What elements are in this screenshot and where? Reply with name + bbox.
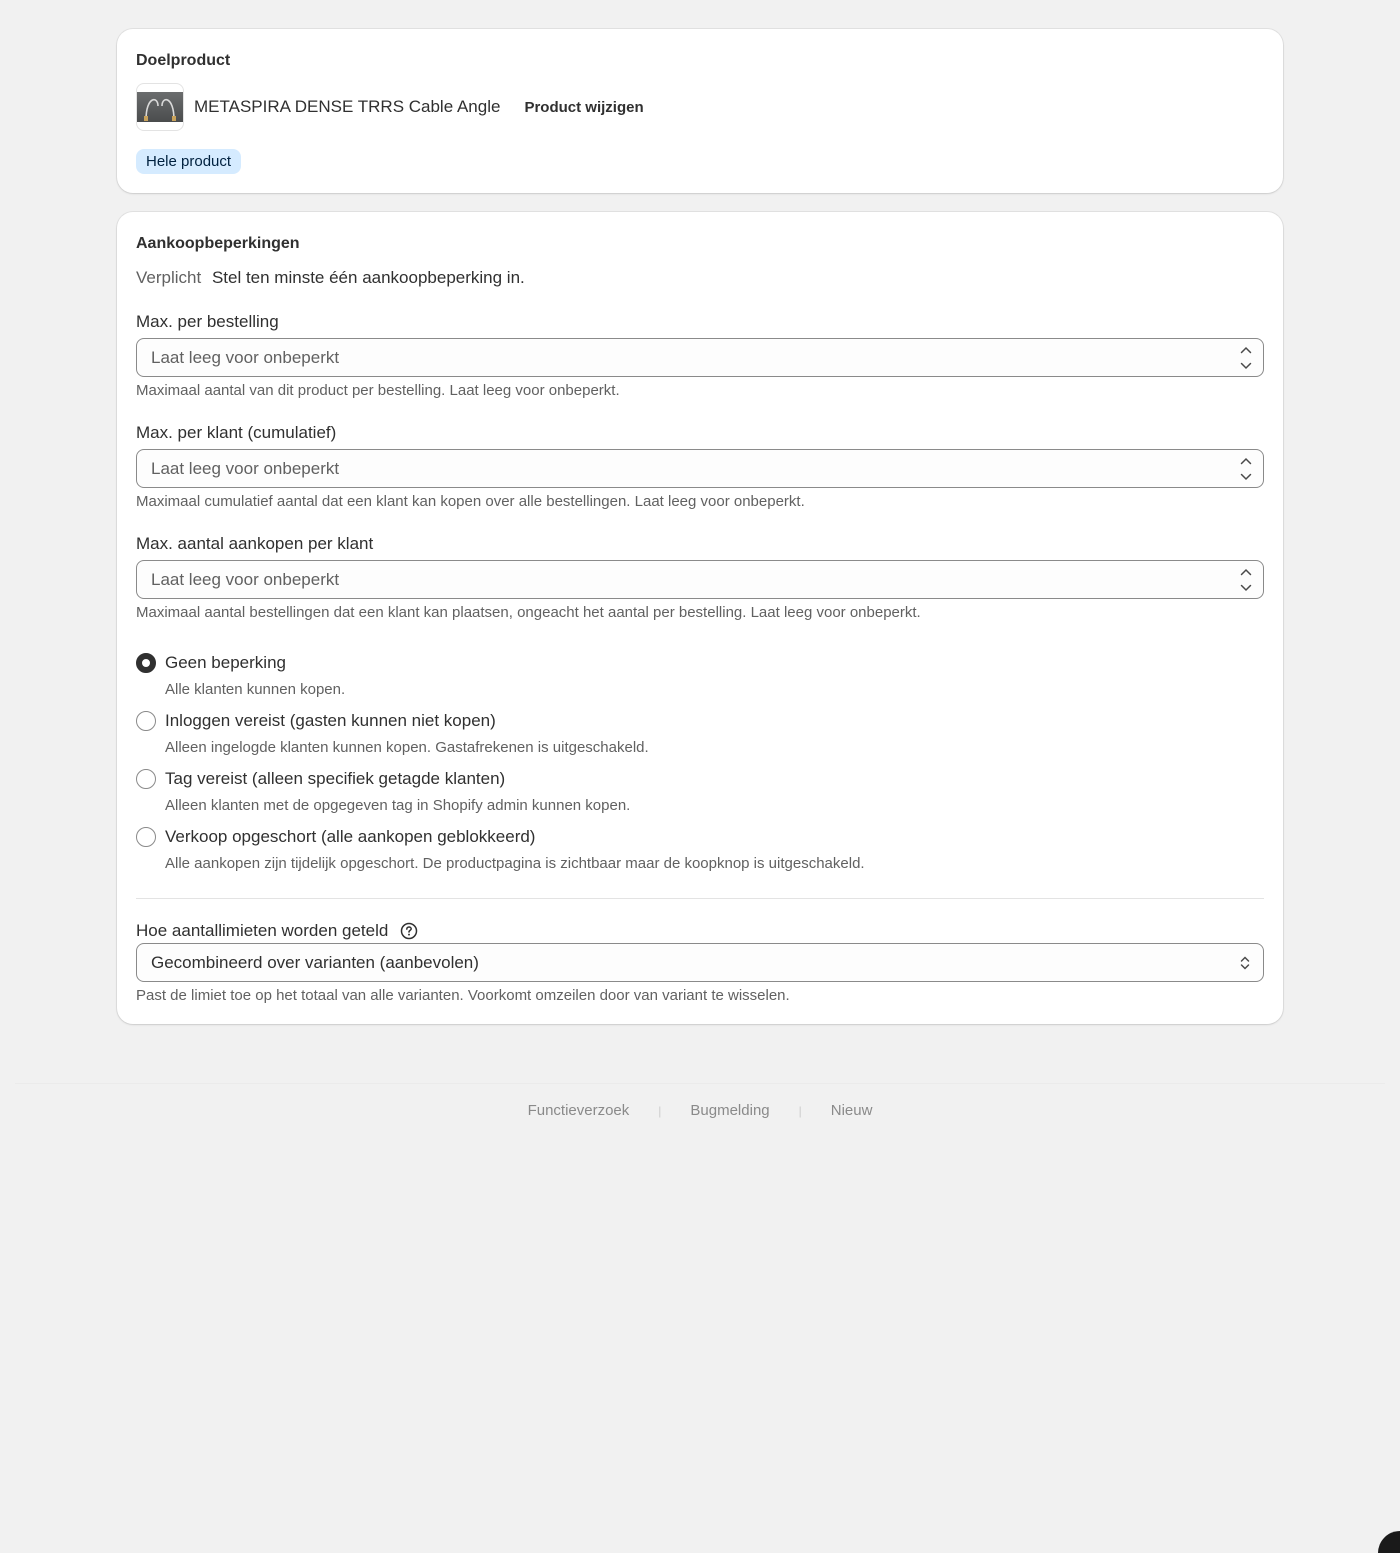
count-mode-help: Past de limiet toe op het totaal van all… [136, 987, 790, 1004]
required-text: Stel ten minste één aankoopbeperking in. [211, 268, 525, 287]
max-per-customer-label: Max. per klant (cumulatief) [136, 423, 337, 442]
max-purchases-field [136, 560, 1264, 599]
required-label: Verplicht [136, 268, 202, 287]
radio-label[interactable]: Inloggen vereist (gasten kunnen niet kop… [165, 711, 496, 731]
bug-report-link[interactable]: Bugmelding [690, 1102, 769, 1119]
max-per-order-input[interactable] [137, 339, 1263, 376]
divider [136, 898, 1264, 899]
radio-button[interactable] [136, 711, 156, 731]
max-per-order-field [136, 338, 1264, 377]
radio-button[interactable] [136, 769, 156, 789]
target-product-title: Doelproduct [136, 52, 231, 69]
radio-label[interactable]: Geen beperking [165, 653, 286, 673]
decrement-icon[interactable] [1235, 359, 1257, 373]
radio-help: Alle klanten kunnen kopen. [165, 681, 346, 698]
count-mode-select[interactable]: Gecombineerd over varianten (aanbevolen) [136, 943, 1264, 982]
max-per-order-help: Maximaal aantal van dit product per best… [136, 382, 620, 399]
max-per-customer-input[interactable] [137, 450, 1263, 487]
radio-button[interactable] [136, 653, 156, 673]
target-product-card: Doelproduct METASPIRA DENSE TRRS Cable A… [117, 29, 1283, 193]
footer-divider [15, 1083, 1385, 1084]
feature-request-link[interactable]: Functieverzoek [528, 1102, 630, 1119]
question-circle-icon[interactable] [400, 922, 418, 940]
count-mode-selected: Gecombineerd over varianten (aanbevolen) [151, 952, 479, 972]
radio-option-sales-suspended[interactable]: Verkoop opgeschort (alle aankopen geblok… [136, 827, 535, 847]
max-purchases-help: Maximaal aantal bestellingen dat een kla… [136, 604, 921, 621]
product-thumbnail [136, 83, 184, 131]
max-per-customer-stepper [1235, 454, 1257, 484]
max-per-customer-field [136, 449, 1264, 488]
max-purchases-stepper [1235, 565, 1257, 595]
footer-separator: | [658, 1103, 662, 1118]
radio-option-no-restriction[interactable]: Geen beperking [136, 653, 286, 673]
scope-badge: Hele product [136, 149, 242, 174]
radio-option-login-required[interactable]: Inloggen vereist (gasten kunnen niet kop… [136, 711, 496, 731]
increment-icon[interactable] [1235, 565, 1257, 579]
decrement-icon[interactable] [1235, 470, 1257, 484]
footer: Functieverzoek | Bugmelding | Nieuw [0, 1102, 1400, 1119]
count-mode-label-row: Hoe aantallimieten worden geteld [136, 921, 418, 941]
radio-help: Alle aankopen zijn tijdelijk opgeschort.… [165, 855, 865, 872]
increment-icon[interactable] [1235, 343, 1257, 357]
product-row: METASPIRA DENSE TRRS Cable Angle Product… [136, 83, 644, 131]
max-per-order-label: Max. per bestelling [136, 312, 279, 331]
max-purchases-input[interactable] [137, 561, 1263, 598]
radio-option-tag-required[interactable]: Tag vereist (alleen specifiek getagde kl… [136, 769, 505, 789]
whats-new-link[interactable]: Nieuw [831, 1102, 873, 1119]
radio-button[interactable] [136, 827, 156, 847]
radio-label[interactable]: Verkoop opgeschort (alle aankopen geblok… [165, 827, 535, 847]
required-notice: Verplicht Stel ten minste één aankoopbep… [136, 268, 525, 288]
radio-help: Alleen klanten met de opgegeven tag in S… [165, 797, 631, 814]
max-purchases-label: Max. aantal aankopen per klant [136, 534, 374, 553]
radio-label[interactable]: Tag vereist (alleen specifiek getagde kl… [165, 769, 505, 789]
window-corner [1378, 1531, 1400, 1553]
chevron-up-down-icon [1239, 954, 1251, 977]
increment-icon[interactable] [1235, 454, 1257, 468]
radio-help: Alleen ingelogde klanten kunnen kopen. G… [165, 739, 649, 756]
change-product-button[interactable]: Product wijzigen [524, 99, 643, 116]
count-mode-label: Hoe aantallimieten worden geteld [136, 921, 389, 940]
max-per-customer-help: Maximaal cumulatief aantal dat een klant… [136, 493, 805, 510]
purchase-limits-title: Aankoopbeperkingen [136, 235, 300, 252]
footer-separator: | [798, 1103, 802, 1118]
purchase-limits-card: Aankoopbeperkingen Verplicht Stel ten mi… [117, 212, 1283, 1024]
product-name: METASPIRA DENSE TRRS Cable Angle [194, 97, 501, 116]
decrement-icon[interactable] [1235, 581, 1257, 595]
max-per-order-stepper [1235, 343, 1257, 373]
